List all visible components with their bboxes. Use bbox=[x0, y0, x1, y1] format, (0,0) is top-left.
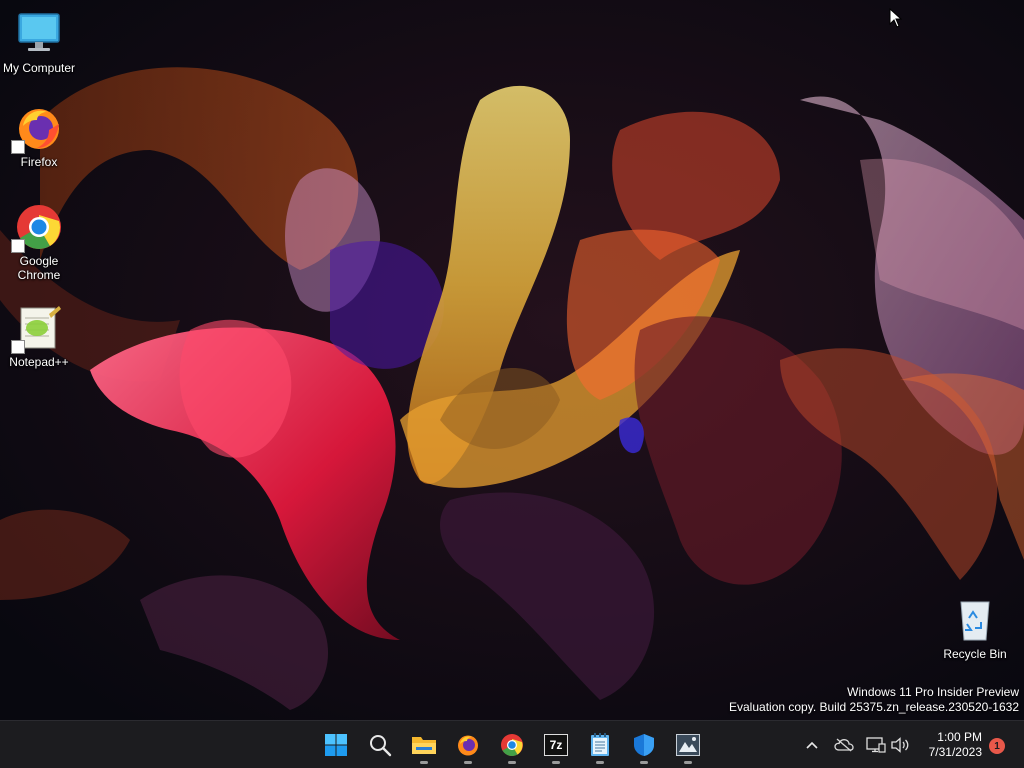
desktop-icon-label: Recycle Bin bbox=[943, 647, 1007, 661]
running-indicator bbox=[640, 761, 648, 764]
windows-security-icon bbox=[634, 734, 654, 756]
desktop-icon-notepad-plus-plus[interactable]: Notepad++ bbox=[1, 304, 77, 369]
desktop-icon-label: My Computer bbox=[2, 61, 76, 75]
start-button[interactable] bbox=[316, 725, 356, 765]
firefox-icon bbox=[11, 104, 63, 154]
taskbar-app[interactable] bbox=[668, 725, 708, 765]
desktop-wallpaper bbox=[0, 0, 1024, 720]
clock-date: 7/31/2023 bbox=[928, 745, 982, 759]
taskbar: 7z 1:00 PM 7/31/2023 1 bbox=[0, 720, 1024, 768]
taskbar-7zip[interactable]: 7z bbox=[536, 725, 576, 765]
network-tray[interactable] bbox=[864, 729, 888, 761]
taskbar-file-explorer[interactable] bbox=[404, 725, 444, 765]
taskbar-clock[interactable]: 1:00 PM 7/31/2023 bbox=[929, 730, 982, 760]
running-indicator bbox=[420, 761, 428, 764]
notification-badge[interactable]: 1 bbox=[989, 738, 1005, 754]
search-icon bbox=[370, 735, 392, 757]
running-indicator bbox=[464, 761, 472, 764]
desktop-icon-google-chrome[interactable]: Google Chrome bbox=[1, 203, 77, 282]
taskbar-windows-security[interactable] bbox=[624, 725, 664, 765]
desktop-icon-recycle-bin[interactable]: Recycle Bin bbox=[937, 596, 1013, 661]
running-indicator bbox=[596, 761, 604, 764]
taskbar-chrome[interactable] bbox=[492, 725, 532, 765]
desktop-icon-label: Firefox bbox=[20, 155, 58, 169]
desktop-icon-firefox[interactable]: Firefox bbox=[1, 104, 77, 169]
mouse-cursor-icon bbox=[889, 8, 903, 28]
onedrive-tray[interactable] bbox=[832, 729, 856, 761]
chrome-icon bbox=[11, 203, 63, 253]
shortcut-arrow-icon bbox=[11, 340, 25, 354]
watermark-build: Evaluation copy. Build 25375.zn_release.… bbox=[729, 700, 1019, 714]
chevron-up-icon bbox=[806, 741, 818, 749]
onedrive-offline-icon bbox=[834, 738, 854, 752]
desktop-icon-label: Notepad++ bbox=[9, 355, 69, 369]
evaluation-watermark: Windows 11 Pro Insider Preview Evaluatio… bbox=[729, 685, 1019, 715]
taskbar-notepad[interactable] bbox=[580, 725, 620, 765]
notepad-plus-plus-icon bbox=[11, 304, 63, 354]
search-button[interactable] bbox=[360, 725, 400, 765]
7zip-icon: 7z bbox=[544, 734, 568, 756]
monitor-icon bbox=[15, 10, 63, 58]
recycle-bin-icon bbox=[951, 596, 999, 644]
watermark-edition: Windows 11 Pro Insider Preview bbox=[847, 685, 1019, 699]
desktop-icon-my-computer[interactable]: My Computer bbox=[1, 10, 77, 75]
notepad-icon bbox=[591, 733, 609, 756]
running-indicator bbox=[552, 761, 560, 764]
7zip-icon-label: 7z bbox=[549, 738, 563, 752]
file-explorer-icon bbox=[412, 737, 436, 754]
network-wired-icon bbox=[866, 737, 886, 753]
running-indicator bbox=[684, 761, 692, 764]
taskbar-firefox[interactable] bbox=[448, 725, 488, 765]
clock-time: 1:00 PM bbox=[937, 730, 982, 744]
shortcut-arrow-icon bbox=[11, 239, 25, 253]
speaker-icon bbox=[891, 737, 909, 753]
start-icon bbox=[325, 734, 347, 756]
running-indicator bbox=[508, 761, 516, 764]
chrome-icon bbox=[501, 734, 523, 756]
firefox-icon bbox=[458, 735, 478, 756]
volume-tray[interactable] bbox=[888, 729, 912, 761]
desktop-icon-label: Google Chrome bbox=[17, 254, 61, 282]
app-icon bbox=[676, 734, 700, 756]
shortcut-arrow-icon bbox=[11, 140, 25, 154]
show-hidden-icons-button[interactable] bbox=[800, 729, 824, 761]
